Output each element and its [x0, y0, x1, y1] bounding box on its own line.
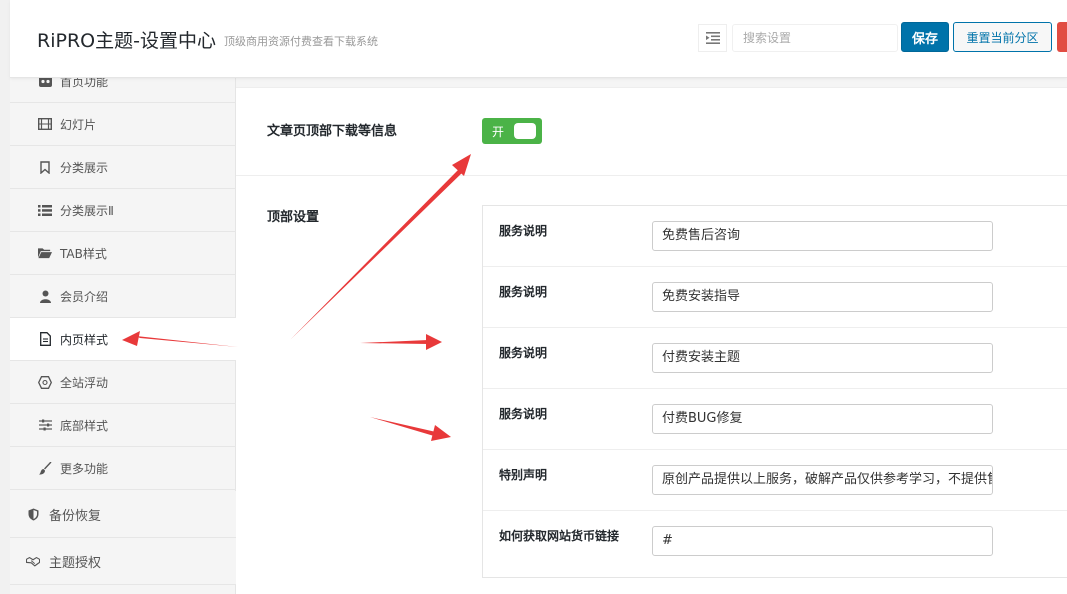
download-info-toggle[interactable]: 开 [482, 118, 542, 144]
service-field-1: 服务说明 免费售后咨询 [483, 206, 1067, 267]
sidebar-item-label: 备份恢复 [49, 508, 102, 524]
sidebar-item-label: 幻灯片 [60, 117, 97, 132]
search-settings-input[interactable] [732, 24, 898, 52]
field-label: 服务说明 [499, 407, 548, 421]
sidebar-item-label: 主题授权 [49, 555, 102, 571]
sidebar-item-label: 分类展示 [60, 160, 109, 175]
folder-icon [38, 246, 52, 260]
sidebar-item-label: TAB样式 [60, 246, 107, 261]
file-icon [38, 332, 52, 346]
shield-icon [26, 507, 40, 521]
field-label: 服务说明 [499, 346, 548, 360]
statement-field: 特别声明 原创产品提供以上服务，破解产品仅供参考学习，不提供售后服务 [483, 450, 1067, 511]
service-input-4[interactable]: 付费BUG修复 [652, 404, 993, 434]
currency-link-field: 如何获取网站货币链接 # [483, 511, 1067, 578]
service-field-2: 服务说明 免费安装指导 [483, 267, 1067, 328]
sliders-icon [38, 418, 52, 432]
save-button[interactable]: 保存 [901, 22, 949, 52]
sidebar-item-more[interactable]: 更多功能 [10, 447, 236, 490]
hexagon-icon [38, 375, 52, 389]
sidebar-item-label: 全站浮动 [60, 375, 109, 390]
brush-icon [38, 461, 52, 475]
top-settings-label: 顶部设置 [267, 210, 320, 225]
sidebar-item-label: 会员介绍 [60, 289, 109, 304]
sidebar-item-license[interactable]: 主题授权 [10, 538, 236, 585]
indent-list-icon [705, 32, 720, 44]
handshake-icon [26, 554, 40, 568]
download-info-row: 文章页顶部下载等信息 开 [236, 88, 1067, 176]
sidebar-item-label: 底部样式 [60, 418, 109, 433]
settings-sidebar: 首页功能 幻灯片 分类展示 分类展示Ⅱ TAB样式 会员介绍 内页样式 全站浮动… [10, 60, 237, 594]
reset-section-button[interactable]: 重置当前分区 [953, 22, 1052, 52]
top-header: RiPRO主题-设置中心 顶级商用资源付费查看下载系统 保存 重置当前分区 [10, 0, 1067, 78]
toggle-state-text: 开 [492, 125, 505, 139]
field-label: 如何获取网站货币链接 [499, 529, 620, 543]
user-icon [38, 289, 52, 303]
field-label: 特别声明 [499, 468, 548, 482]
sidebar-item-label: 内页样式 [60, 332, 109, 347]
service-input-2[interactable]: 免费安装指导 [652, 282, 993, 312]
sidebar-item-category-2[interactable]: 分类展示Ⅱ [10, 189, 236, 232]
field-label: 服务说明 [499, 285, 548, 299]
service-field-4: 服务说明 付费BUG修复 [483, 389, 1067, 450]
expand-menu-button[interactable] [698, 24, 727, 52]
field-label: 服务说明 [499, 224, 548, 238]
service-input-1[interactable]: 免费售后咨询 [652, 221, 993, 251]
sidebar-item-slider[interactable]: 幻灯片 [10, 103, 236, 146]
sidebar-item-tab-style[interactable]: TAB样式 [10, 232, 236, 275]
sidebar-item-backup[interactable]: 备份恢复 [10, 491, 236, 538]
service-field-3: 服务说明 付费安装主题 [483, 328, 1067, 389]
sidebar-item-inner-page[interactable]: 内页样式 [10, 318, 237, 361]
film-icon [38, 117, 52, 131]
sidebar-item-label: 分类展示Ⅱ [60, 203, 114, 218]
sidebar-item-float[interactable]: 全站浮动 [10, 361, 236, 404]
sidebar-item-category[interactable]: 分类展示 [10, 146, 236, 189]
currency-link-input[interactable]: # [652, 526, 993, 556]
download-info-label: 文章页顶部下载等信息 [267, 124, 398, 139]
settings-content: 文章页顶部下载等信息 开 顶部设置 服务说明 免费售后咨询 服务说明 免费安装指… [236, 78, 1067, 594]
list-icon [38, 203, 52, 217]
statement-input[interactable]: 原创产品提供以上服务，破解产品仅供参考学习，不提供售后服务 [652, 465, 993, 495]
page-subtitle: 顶级商用资源付费查看下载系统 [224, 35, 378, 48]
sidebar-item-member[interactable]: 会员介绍 [10, 275, 236, 318]
page-title: RiPRO主题-设置中心 [37, 30, 216, 52]
bookmark-icon [38, 160, 52, 174]
section-top-strip [236, 78, 1067, 88]
service-input-3[interactable]: 付费安装主题 [652, 343, 993, 373]
reset-all-button[interactable] [1057, 22, 1067, 52]
toggle-knob [514, 123, 536, 139]
sidebar-item-footer[interactable]: 底部样式 [10, 404, 236, 447]
sidebar-item-label: 更多功能 [60, 461, 109, 476]
top-settings-group: 服务说明 免费售后咨询 服务说明 免费安装指导 服务说明 付费安装主题 服务说明… [482, 205, 1067, 578]
